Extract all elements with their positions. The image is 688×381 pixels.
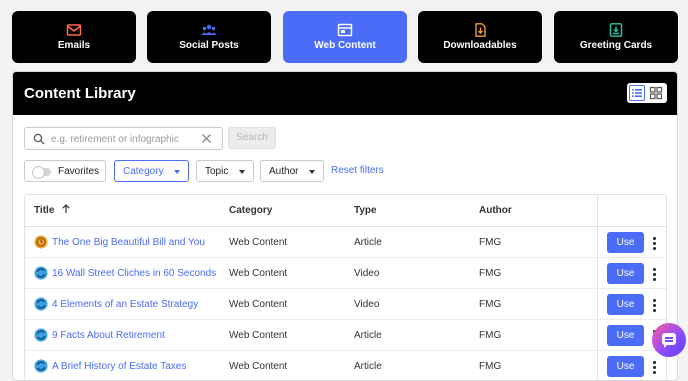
document-download-icon: [475, 23, 486, 37]
tab-label: Social Posts: [179, 40, 239, 51]
grid-view-button[interactable]: [648, 85, 664, 101]
list-view-button[interactable]: [629, 85, 645, 101]
globe-cycle-icon: [34, 297, 48, 311]
list-view-icon: [632, 89, 642, 97]
grid-view-icon: [649, 86, 663, 100]
column-header-type: Type: [354, 205, 377, 216]
content-type-tabs: Emails Social Posts Web Content Download…: [12, 11, 678, 63]
people-icon: [201, 24, 217, 35]
use-button[interactable]: Use: [607, 294, 644, 315]
content-title-link[interactable]: 16 Wall Street Cliches in 60 Seconds: [52, 258, 216, 289]
author-dropdown[interactable]: Author: [260, 160, 324, 182]
table-row: 16 Wall Street Cliches in 60 Seconds Web…: [25, 258, 666, 289]
author-cell: FMG: [479, 299, 502, 310]
globe-cycle-icon: [34, 328, 48, 342]
search-button[interactable]: Search: [228, 127, 276, 149]
close-icon[interactable]: [201, 133, 212, 144]
chevron-down-icon: [174, 170, 180, 174]
globe-cycle-icon: [34, 359, 48, 373]
use-button[interactable]: Use: [607, 232, 644, 253]
toggle-switch[interactable]: [32, 166, 51, 179]
content-title-link[interactable]: The One Big Beautiful Bill and You: [52, 227, 205, 258]
topic-label: Topic: [205, 166, 229, 177]
category-cell: Web Content: [229, 299, 288, 310]
category-dropdown[interactable]: Category: [114, 160, 189, 182]
tab-label: Greeting Cards: [579, 40, 653, 51]
page-title: Content Library: [24, 85, 136, 102]
use-button[interactable]: Use: [607, 356, 644, 377]
favorites-toggle[interactable]: Favorites: [24, 160, 106, 182]
category-label: Category: [123, 166, 164, 177]
more-options-icon[interactable]: [651, 236, 657, 250]
chevron-down-icon: [239, 170, 245, 174]
globe-cycle-icon: [34, 266, 48, 280]
tab-label: Downloadables: [443, 40, 517, 51]
tab-label: Web Content: [314, 40, 376, 51]
search-field: [24, 127, 223, 150]
topic-dropdown[interactable]: Topic: [196, 160, 254, 182]
panel-header: Content Library: [13, 72, 677, 115]
use-button[interactable]: Use: [607, 263, 644, 284]
column-header-author: Author: [479, 205, 512, 216]
tab-greeting-cards[interactable]: Greeting Cards: [554, 11, 678, 63]
tab-label: Emails: [57, 40, 91, 51]
type-cell: Video: [354, 299, 380, 310]
author-cell: FMG: [479, 268, 502, 279]
content-title-link[interactable]: 4 Elements of an Estate Strategy: [52, 289, 198, 320]
type-cell: Article: [354, 330, 382, 341]
category-cell: Web Content: [229, 330, 288, 341]
category-cell: Web Content: [229, 237, 288, 248]
envelope-icon: [66, 24, 82, 36]
content-title-link[interactable]: 9 Facts About Retirement: [52, 320, 165, 351]
reset-filters-link[interactable]: Reset filters: [331, 165, 384, 176]
content-title-link[interactable]: A Brief History of Estate Taxes: [52, 351, 186, 380]
author-cell: FMG: [479, 237, 502, 248]
table-row: 9 Facts About Retirement Web Content Art…: [25, 320, 666, 351]
type-cell: Article: [354, 361, 382, 372]
column-header-category: Category: [229, 205, 273, 216]
type-cell: Video: [354, 268, 380, 279]
category-cell: Web Content: [229, 268, 288, 279]
author-label: Author: [269, 166, 299, 177]
use-button[interactable]: Use: [607, 325, 644, 346]
author-cell: FMG: [479, 330, 502, 341]
favorites-label: Favorites: [58, 166, 100, 177]
tab-emails[interactable]: Emails: [12, 11, 136, 63]
tab-downloadables[interactable]: Downloadables: [418, 11, 542, 63]
tab-web-content[interactable]: Web Content: [283, 11, 407, 63]
search-input[interactable]: [51, 131, 196, 147]
chevron-down-icon: [309, 170, 315, 174]
type-cell: Article: [354, 237, 382, 248]
chat-launcher-button[interactable]: [652, 323, 686, 357]
content-table: Title Category Type Author The One Big B…: [24, 194, 667, 380]
chat-bubble-icon: [662, 333, 676, 348]
category-cell: Web Content: [229, 361, 288, 372]
sort-ascending-icon: [62, 204, 70, 213]
table-row: A Brief History of Estate Taxes Web Cont…: [25, 351, 666, 380]
author-cell: FMG: [479, 361, 502, 372]
card-download-icon: [609, 23, 623, 37]
more-options-icon[interactable]: [651, 298, 657, 312]
tab-social-posts[interactable]: Social Posts: [147, 11, 271, 63]
search-icon: [33, 133, 45, 145]
view-toggle: [627, 83, 667, 103]
more-options-icon[interactable]: [651, 360, 657, 374]
content-library-panel: Content Library Search Favorites Categor…: [12, 71, 678, 381]
table-row: The One Big Beautiful Bill and You Web C…: [25, 227, 666, 258]
column-header-title[interactable]: Title: [34, 195, 71, 226]
more-options-icon[interactable]: [651, 267, 657, 281]
table-row: 4 Elements of an Estate Strategy Web Con…: [25, 289, 666, 320]
browser-window-icon: [337, 23, 353, 37]
clock-coin-icon: [34, 235, 48, 249]
column-title-label: Title: [34, 205, 55, 216]
